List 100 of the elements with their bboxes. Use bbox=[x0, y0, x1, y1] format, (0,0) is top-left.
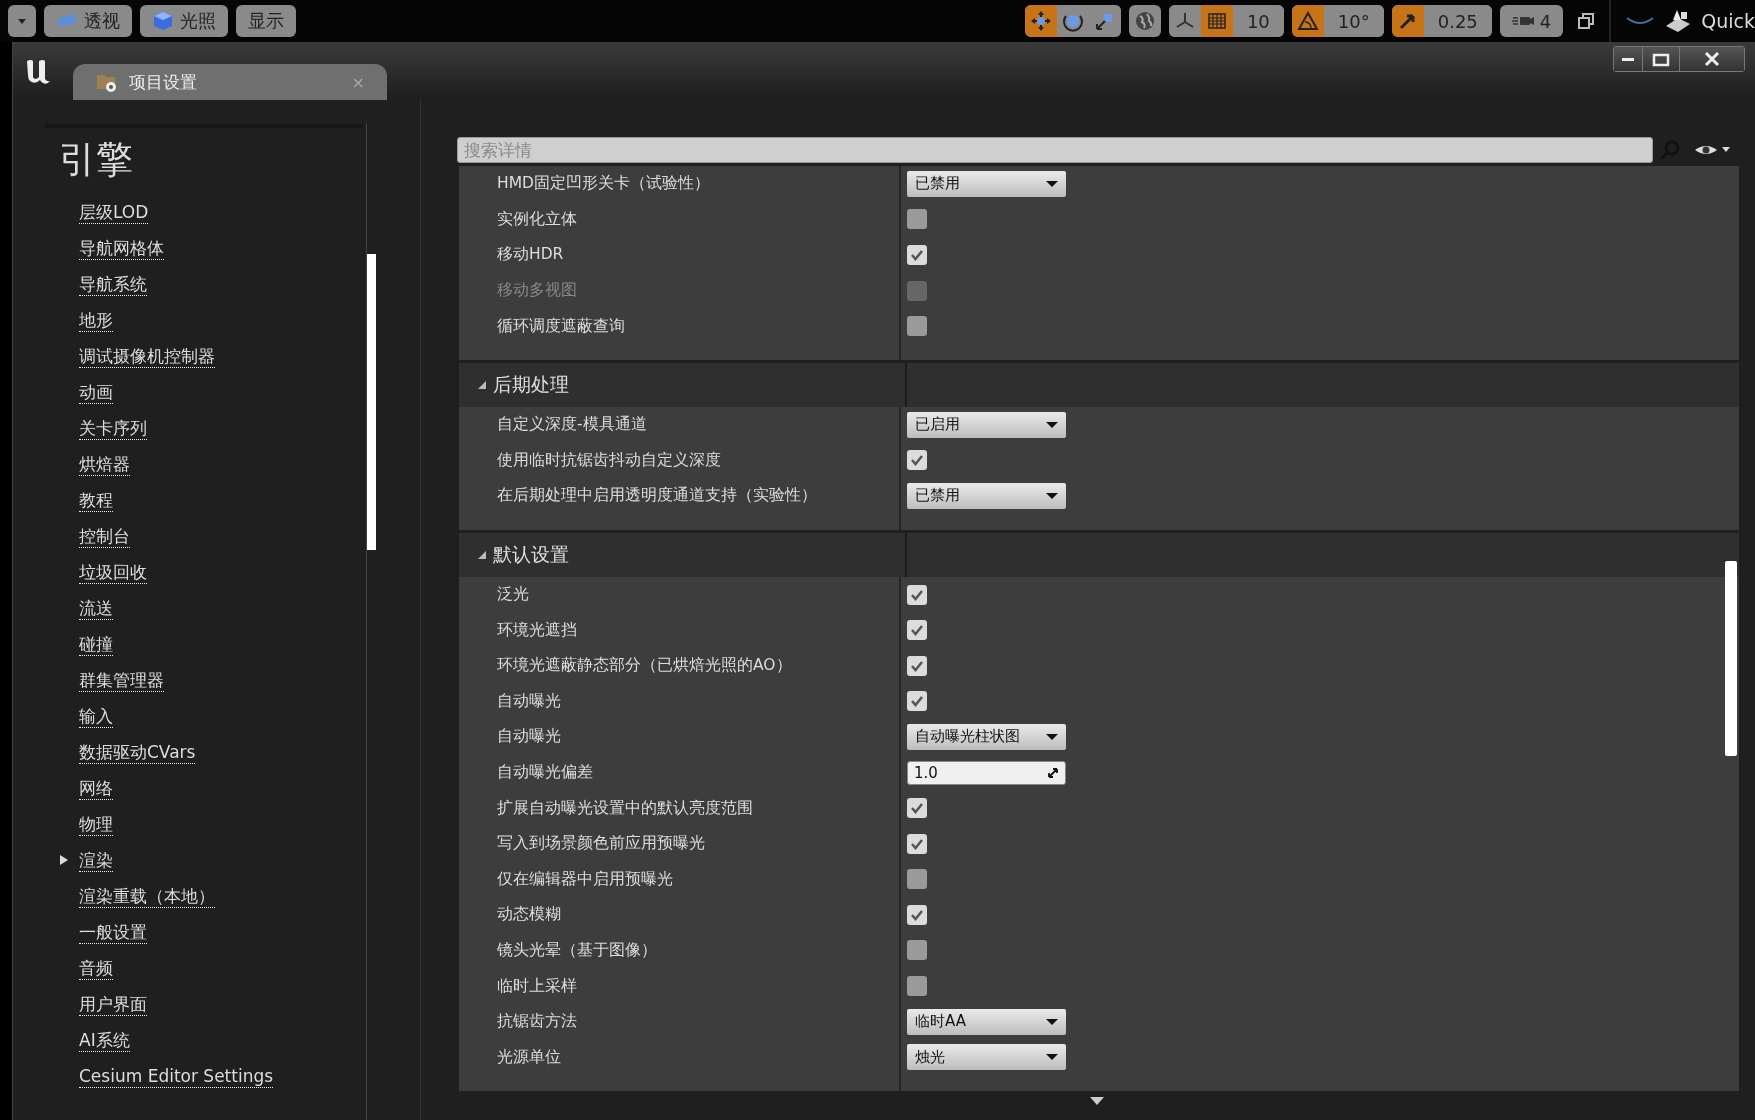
caret-icon bbox=[1046, 419, 1058, 430]
check-icon bbox=[910, 249, 924, 261]
scrollbar-thumb[interactable] bbox=[367, 254, 376, 550]
view-mode-button[interactable]: 显示 bbox=[236, 5, 296, 37]
property-label: 仅在编辑器中启用预曝光 bbox=[459, 861, 901, 898]
property-label: 循环调度遮蔽查询 bbox=[459, 308, 901, 344]
settings-link[interactable]: 物理 bbox=[79, 812, 113, 836]
dropdown[interactable]: 已启用 bbox=[907, 411, 1066, 438]
settings-link[interactable]: 导航网格体 bbox=[79, 236, 164, 260]
settings-link[interactable]: 教程 bbox=[79, 488, 113, 512]
settings-link[interactable]: 群集管理器 bbox=[79, 668, 164, 692]
section-header[interactable]: 默认设置 bbox=[459, 532, 1739, 577]
settings-link[interactable]: 渲染 bbox=[79, 848, 113, 872]
check-icon bbox=[910, 908, 924, 921]
property-label: 自定义深度-模具通道 bbox=[459, 406, 901, 443]
settings-link[interactable]: 流送 bbox=[79, 596, 113, 620]
caret-icon bbox=[1046, 731, 1058, 742]
settings-link[interactable]: 音频 bbox=[79, 956, 113, 980]
check-icon bbox=[910, 588, 924, 601]
settings-link[interactable]: AI系统 bbox=[79, 1028, 130, 1052]
property-label: 写入到场景颜色前应用预曝光 bbox=[459, 825, 901, 862]
checkbox[interactable] bbox=[907, 316, 927, 337]
camera-icon bbox=[1511, 16, 1534, 26]
minimize-icon bbox=[1622, 57, 1634, 61]
settings-link[interactable]: 烘焙器 bbox=[79, 452, 130, 476]
quick-add-label[interactable]: Quick bbox=[1701, 10, 1755, 32]
settings-link[interactable]: 一般设置 bbox=[79, 920, 147, 944]
caret-icon bbox=[1046, 1016, 1058, 1027]
property-label: 扩展自动曝光设置中的默认亮度范围 bbox=[459, 790, 901, 826]
caret-icon bbox=[16, 16, 28, 26]
property-label: 自动曝光 bbox=[459, 719, 901, 755]
dropdown[interactable]: 自动曝光柱状图 bbox=[907, 723, 1066, 750]
settings-tab[interactable]: 项目设置 × bbox=[73, 64, 387, 100]
property-label: 环境光遮蔽静态部分（已烘焙光照的AO） bbox=[459, 647, 901, 684]
settings-link[interactable]: 用户界面 bbox=[79, 992, 147, 1016]
cube-icon bbox=[152, 10, 174, 32]
checkbox[interactable] bbox=[907, 245, 927, 265]
checkbox[interactable] bbox=[907, 798, 927, 819]
check-icon bbox=[910, 454, 924, 467]
checkbox[interactable] bbox=[907, 209, 927, 230]
minimize-button[interactable] bbox=[1614, 47, 1643, 71]
close-button[interactable] bbox=[1680, 47, 1744, 71]
expand-arrow-icon[interactable] bbox=[59, 854, 69, 866]
checkbox[interactable] bbox=[907, 691, 927, 712]
property-label: 移动HDR bbox=[459, 237, 901, 273]
settings-link[interactable]: 地形 bbox=[79, 308, 113, 332]
property-label: 抗锯齿方法 bbox=[459, 1003, 901, 1040]
property-label: 在后期处理中启用透明度通道支持（实验性） bbox=[459, 478, 901, 514]
settings-link[interactable]: 网络 bbox=[79, 776, 113, 800]
snap-toggle-button[interactable] bbox=[1200, 5, 1233, 37]
settings-link[interactable]: 导航系统 bbox=[79, 272, 147, 296]
settings-link[interactable]: 调试摄像机控制器 bbox=[79, 344, 215, 368]
scrollbar-thumb[interactable] bbox=[1725, 561, 1737, 756]
property-label: 动态模糊 bbox=[459, 897, 901, 933]
settings-link[interactable]: 输入 bbox=[79, 704, 113, 728]
settings-link[interactable]: 关卡序列 bbox=[79, 416, 147, 440]
transform-mode-button[interactable] bbox=[1024, 5, 1057, 37]
checkbox[interactable] bbox=[907, 620, 927, 641]
check-icon bbox=[910, 837, 924, 850]
property-label: 自动曝光 bbox=[459, 683, 901, 720]
checkbox[interactable] bbox=[907, 450, 927, 471]
settings-link[interactable]: 渲染重载（本地） bbox=[79, 884, 215, 908]
world-space-button[interactable] bbox=[1128, 5, 1161, 37]
section-header[interactable]: 后期处理 bbox=[459, 362, 1739, 407]
snap-toggle-button[interactable] bbox=[1391, 5, 1424, 37]
move-arrows-icon bbox=[1029, 10, 1052, 32]
property-label: 泛光 bbox=[459, 576, 901, 613]
checkbox[interactable] bbox=[907, 584, 927, 605]
search-field[interactable]: 搜索详情 bbox=[457, 137, 1653, 163]
dropdown[interactable]: 临时AA bbox=[907, 1008, 1066, 1035]
view-options-button[interactable] bbox=[8, 5, 36, 37]
settings-link[interactable]: 控制台 bbox=[79, 524, 130, 548]
view-mode-button[interactable]: 透视 bbox=[44, 5, 132, 37]
settings-link[interactable]: Cesium Editor Settings bbox=[79, 1064, 274, 1088]
settings-link[interactable]: 垃圾回收 bbox=[79, 560, 147, 584]
settings-link[interactable]: 碰撞 bbox=[79, 632, 113, 656]
number-field[interactable]: 1.0 bbox=[907, 760, 1066, 785]
checkbox[interactable] bbox=[907, 655, 927, 676]
checkbox[interactable] bbox=[907, 904, 927, 925]
camera-speed-button[interactable]: 4 bbox=[1499, 5, 1564, 37]
checkbox[interactable] bbox=[907, 940, 927, 961]
dropdown[interactable]: 已禁用 bbox=[907, 482, 1066, 509]
settings-link[interactable]: 数据驱动CVars bbox=[79, 740, 196, 764]
grid-icon bbox=[1205, 10, 1228, 32]
check-icon bbox=[910, 659, 924, 672]
maximize-button[interactable] bbox=[1643, 47, 1680, 71]
snap-toggle-button[interactable] bbox=[1291, 5, 1324, 37]
settings-link[interactable]: 动画 bbox=[79, 380, 113, 404]
checkbox[interactable] bbox=[907, 869, 927, 890]
checkbox[interactable] bbox=[907, 976, 927, 997]
view-mode-button[interactable]: 光照 bbox=[140, 5, 228, 37]
check-icon bbox=[910, 624, 924, 637]
check-icon bbox=[910, 695, 924, 708]
caret-icon bbox=[1046, 178, 1058, 189]
checkbox[interactable] bbox=[907, 833, 927, 854]
settings-link[interactable]: 层级LOD bbox=[79, 200, 149, 224]
triangle-angle-icon bbox=[1296, 10, 1319, 32]
dropdown[interactable]: 烛光 bbox=[907, 1044, 1066, 1071]
globe-icon bbox=[1133, 10, 1156, 32]
dropdown[interactable]: 已禁用 bbox=[907, 170, 1066, 197]
